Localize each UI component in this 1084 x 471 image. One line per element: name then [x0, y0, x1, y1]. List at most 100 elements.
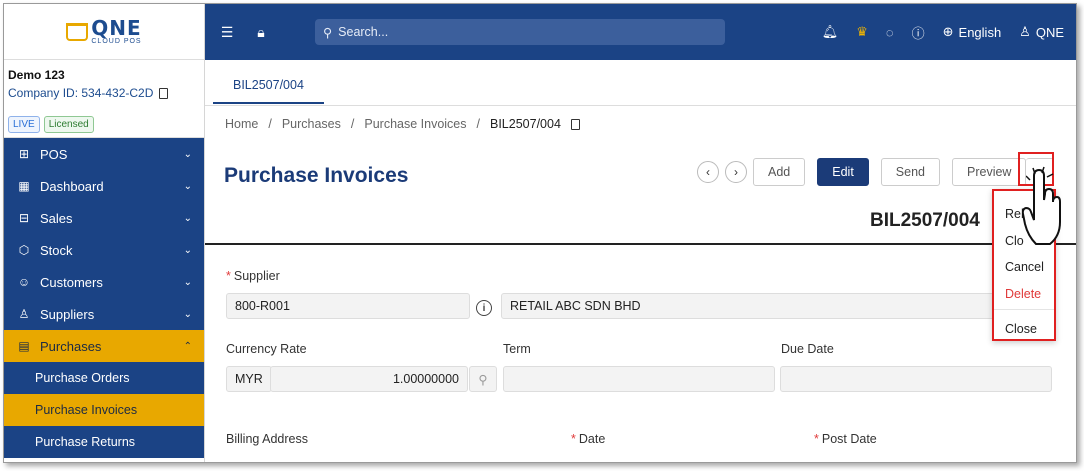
chevron-down-icon: ⌄ [183, 276, 192, 288]
breadcrumb-current: BIL2507/004 [490, 117, 561, 131]
crown-icon[interactable]: ♛ [856, 24, 868, 40]
due-date-field[interactable] [780, 366, 1052, 392]
help-icon[interactable]: ⓘ [912, 23, 925, 42]
menu-divider [994, 309, 1054, 310]
sidebar-subitem-purchase-returns[interactable]: Purchase Returns [4, 426, 204, 458]
edit-button[interactable]: Edit [817, 158, 869, 186]
sidebar-item-label: POS [40, 146, 68, 162]
chevron-up-icon: ⌃ [183, 340, 192, 352]
click-burst-icon [1026, 166, 1054, 181]
live-badge: LIVE [8, 116, 40, 133]
date-label: * Date [571, 432, 606, 446]
divider [205, 243, 1076, 245]
menu-item-cancel[interactable]: Cancel [994, 254, 1054, 281]
rate-field[interactable]: 1.00000000 [270, 366, 468, 392]
billing-address-label: Billing Address [226, 432, 308, 446]
copy-icon[interactable] [159, 87, 169, 99]
customers-icon: ☺ [17, 275, 31, 289]
search-icon: ⚲ [323, 25, 333, 40]
supplier-code-field[interactable]: 800-R001 [226, 293, 470, 319]
due-date-label: Due Date [781, 342, 834, 356]
sidebar-item-label: Purchases [40, 338, 102, 354]
logo[interactable]: QNE CLOUD POS [66, 18, 141, 45]
term-field[interactable] [503, 366, 775, 392]
sidebar-item-suppliers[interactable]: ♙ Suppliers ⌄ [4, 298, 204, 330]
globe-icon: ⊕ [942, 24, 954, 39]
supplier-label: * Supplier [226, 269, 280, 283]
badges: LIVE Licensed [4, 112, 204, 138]
search-icon[interactable]: ⚲ [469, 366, 497, 392]
sidebar-item-customers[interactable]: ☺ Customers ⌄ [4, 266, 204, 298]
page-title: Purchase Invoices [224, 164, 409, 187]
sidebar-item-label: Dashboard [40, 178, 104, 194]
copy-icon[interactable] [570, 118, 580, 130]
sidebar-subitem-purchase-orders[interactable]: Purchase Orders [4, 362, 204, 394]
sidebar: QNE CLOUD POS Demo 123 Company ID: 534-4… [4, 4, 205, 462]
stock-icon: ⬡ [18, 243, 30, 257]
company-name: Demo 123 [8, 68, 65, 82]
logo-area: QNE CLOUD POS [4, 4, 204, 60]
tab-document[interactable]: BIL2507/004 [213, 74, 324, 104]
sidebar-item-label: Stock [40, 242, 73, 258]
preview-button[interactable]: Preview [952, 158, 1027, 186]
prev-icon[interactable]: ‹ [697, 161, 719, 183]
sidebar-item-purchases[interactable]: ▤ Purchases ⌃ [4, 330, 204, 362]
sidebar-item-label: Suppliers [40, 306, 95, 322]
supplier-name-field[interactable]: RETAIL ABC SDN BHD [501, 293, 1001, 319]
sidebar-item-pos[interactable]: ⊞ POS ⌄ [4, 138, 204, 170]
top-bar: ☰ 🔒︎ ⚲ Search... 🔔︎ ♛ ◌ ⓘ ⊕ English ♙ QN… [205, 4, 1076, 60]
currency-rate-label: Currency Rate [226, 342, 307, 356]
breadcrumb-home[interactable]: Home [225, 117, 258, 131]
info-icon[interactable]: i [476, 300, 492, 316]
post-date-label: * Post Date [814, 432, 877, 446]
action-bar: ‹ › Add Edit Send Preview ⌄ [697, 158, 1054, 186]
search-input[interactable]: ⚲ Search... [315, 19, 725, 45]
sidebar-item-sales[interactable]: ⊟ Sales ⌄ [4, 202, 204, 234]
chevron-down-icon: ⌄ [183, 308, 192, 320]
company-info: Demo 123 Company ID: 534-432-C2D [4, 60, 204, 112]
sidebar-item-stock[interactable]: ⬡ Stock ⌄ [4, 234, 204, 266]
document-number: BIL2507/004 [870, 210, 980, 231]
user-menu[interactable]: ♙ QNE [1019, 24, 1064, 40]
chat-icon[interactable]: ◌ [886, 25, 894, 40]
cart-icon [66, 22, 89, 41]
search-placeholder: Search... [338, 25, 389, 39]
logo-brand: QNE [91, 16, 142, 40]
collapse-menu-icon[interactable]: ☰ [217, 22, 237, 42]
sidebar-item-dashboard[interactable]: ▦ Dashboard ⌄ [4, 170, 204, 202]
lock-icon[interactable]: 🔒︎ [251, 22, 271, 42]
chevron-down-icon: ⌄ [183, 180, 192, 192]
tab-row: BIL2507/004 [205, 60, 1076, 106]
next-icon[interactable]: › [725, 161, 747, 183]
currency-field[interactable]: MYR [226, 366, 272, 392]
breadcrumb: Home / Purchases / Purchase Invoices / B… [225, 117, 580, 131]
logo-sub: CLOUD POS [91, 38, 142, 45]
purchases-icon: ▤ [18, 339, 30, 353]
sidebar-menu: ⊞ POS ⌄ ▦ Dashboard ⌄ ⊟ Sales ⌄ ⬡ Stock … [4, 138, 204, 458]
menu-item-close[interactable]: Close [994, 316, 1054, 343]
breadcrumb-purchases[interactable]: Purchases [282, 117, 341, 131]
add-button[interactable]: Add [753, 158, 806, 186]
chevron-down-icon: ⌄ [183, 212, 192, 224]
breadcrumb-invoices[interactable]: Purchase Invoices [364, 117, 466, 131]
term-label: Term [503, 342, 531, 356]
dashboard-icon: ▦ [18, 179, 30, 193]
sidebar-item-label: Sales [40, 210, 73, 226]
bell-icon[interactable]: 🔔︎ [822, 24, 839, 40]
chevron-down-icon: ⌄ [183, 148, 192, 160]
app-window: QNE CLOUD POS Demo 123 Company ID: 534-4… [3, 3, 1077, 463]
menu-item-delete[interactable]: Delete [994, 281, 1054, 308]
sales-icon: ⊟ [18, 211, 30, 225]
sidebar-item-label: Customers [40, 274, 103, 290]
send-button[interactable]: Send [880, 158, 940, 186]
sidebar-subitem-purchase-invoices[interactable]: Purchase Invoices [4, 394, 204, 426]
user-name: QNE [1035, 24, 1064, 40]
pos-icon: ⊞ [18, 147, 30, 161]
language-label: English [958, 24, 1002, 40]
language-selector[interactable]: ⊕ English [943, 24, 1002, 40]
user-icon: ♙ [1019, 24, 1031, 39]
suppliers-icon: ♙ [18, 307, 30, 321]
chevron-down-icon: ⌄ [183, 244, 192, 256]
company-id: Company ID: 534-432-C2D [8, 86, 154, 100]
licensed-badge: Licensed [43, 116, 94, 133]
